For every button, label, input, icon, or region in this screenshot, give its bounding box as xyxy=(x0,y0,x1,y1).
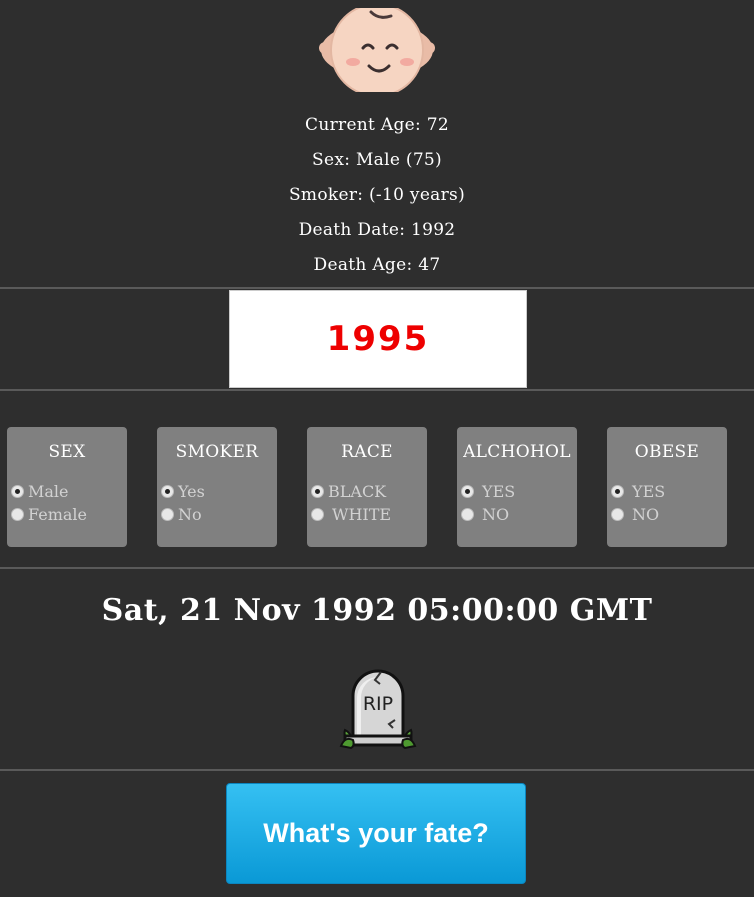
death-date-result: Sat, 21 Nov 1992 05:00:00 GMT xyxy=(101,593,653,628)
radio-alcohol-yes[interactable] xyxy=(461,485,474,498)
death-date-text: Death Date: 1992 xyxy=(298,220,456,240)
radio-female[interactable] xyxy=(11,508,24,521)
tombstone-icon: RIP xyxy=(339,669,417,750)
race-title: RACE xyxy=(341,442,393,462)
year-display: 1995 xyxy=(229,290,527,388)
radio-alcohol-no[interactable] xyxy=(461,508,474,521)
option-label: NO xyxy=(632,505,660,524)
sex-option-male[interactable]: Male xyxy=(11,482,69,501)
divider xyxy=(0,389,754,391)
smoker-card: SMOKER Yes No xyxy=(157,427,277,547)
option-label: NO xyxy=(482,505,510,524)
sex-option-female[interactable]: Female xyxy=(11,505,87,524)
radio-race-white[interactable] xyxy=(311,508,324,521)
rip-text: RIP xyxy=(363,693,393,715)
alcohol-option-no[interactable]: NO xyxy=(461,505,509,524)
whats-your-fate-button[interactable]: What's your fate? xyxy=(226,783,526,884)
obese-title: OBESE xyxy=(634,442,700,462)
alcohol-card: ALCHOHOL YES NO xyxy=(457,427,577,547)
radio-race-black[interactable] xyxy=(311,485,324,498)
radio-male[interactable] xyxy=(11,485,24,498)
obese-option-yes[interactable]: YES xyxy=(611,482,665,501)
current-age-text: Current Age: 72 xyxy=(305,115,449,135)
smoker-title: SMOKER xyxy=(175,442,259,462)
obese-option-no[interactable]: NO xyxy=(611,505,659,524)
radio-obese-yes[interactable] xyxy=(611,485,624,498)
race-card: RACE BLACK WHITE xyxy=(307,427,427,547)
sex-title: SEX xyxy=(48,442,86,462)
smoker-text: Smoker: (-10 years) xyxy=(288,185,465,205)
option-label: YES xyxy=(482,482,516,501)
smoker-option-yes[interactable]: Yes xyxy=(161,482,205,501)
option-label: YES xyxy=(632,482,666,501)
baby-face-icon xyxy=(319,8,435,92)
option-label: Yes xyxy=(178,482,205,501)
alcohol-option-yes[interactable]: YES xyxy=(461,482,515,501)
obese-card: OBESE YES NO xyxy=(607,427,727,547)
divider xyxy=(0,567,754,569)
option-label: Female xyxy=(28,505,87,524)
alcohol-title: ALCHOHOL xyxy=(463,442,571,462)
option-label: WHITE xyxy=(332,505,392,524)
option-label: No xyxy=(178,505,202,524)
radio-smoker-no[interactable] xyxy=(161,508,174,521)
option-label: Male xyxy=(28,482,69,501)
smoker-option-no[interactable]: No xyxy=(161,505,202,524)
option-label: BLACK xyxy=(328,482,387,501)
race-option-white[interactable]: WHITE xyxy=(311,505,391,524)
radio-obese-no[interactable] xyxy=(611,508,624,521)
divider xyxy=(0,287,754,289)
divider xyxy=(0,769,754,771)
sex-text: Sex: Male (75) xyxy=(312,150,442,170)
death-age-text: Death Age: 47 xyxy=(313,255,441,275)
sex-card: SEX Male Female xyxy=(7,427,127,547)
race-option-black[interactable]: BLACK xyxy=(311,482,386,501)
radio-smoker-yes[interactable] xyxy=(161,485,174,498)
